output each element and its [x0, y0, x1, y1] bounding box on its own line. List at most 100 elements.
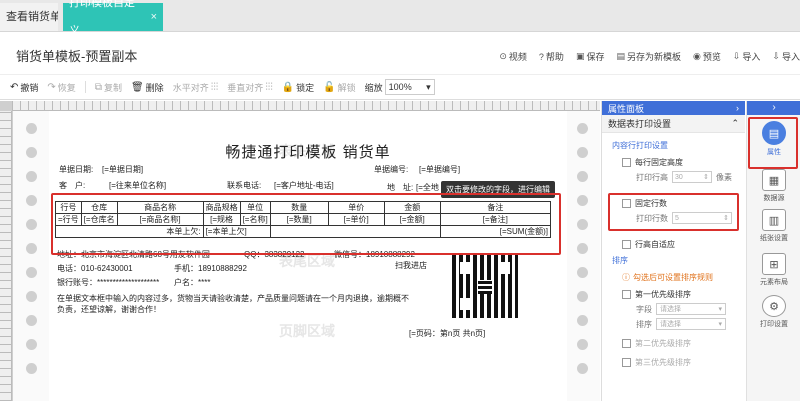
- checkbox-box: [622, 199, 631, 208]
- chevron-up-icon: ⌃: [731, 118, 739, 128]
- third-sort-checkbox[interactable]: 第三优先级排序: [602, 357, 745, 368]
- phone-field[interactable]: [=客户地址-电话]: [274, 180, 334, 191]
- customer-field[interactable]: [=往来单位名称]: [109, 180, 166, 191]
- print-settings-icon: ⚙: [762, 295, 786, 317]
- first-sort-checkbox[interactable]: 第一优先级排序: [602, 289, 745, 300]
- date-field[interactable]: [=单据日期]: [102, 164, 143, 175]
- stepper-icon: ⇕: [703, 174, 709, 181]
- sort-field-setting: 字段 请选择 ▾: [602, 303, 745, 315]
- rail-paper[interactable]: ▥ 纸张设置: [747, 209, 800, 243]
- chevron-right-icon[interactable]: ›: [736, 103, 739, 113]
- stepper-icon: ⇕: [723, 215, 729, 222]
- footer-note-2[interactable]: 负责，还望谅解，谢谢合作！: [57, 304, 161, 315]
- preview-icon: ◉: [693, 51, 701, 61]
- address-field[interactable]: [=全地: [416, 182, 439, 193]
- customer-label[interactable]: 客 户:: [59, 180, 85, 191]
- save-as-button[interactable]: ▤ 另存为新模板: [616, 50, 681, 63]
- lock-button[interactable]: 🔒 锁定: [282, 81, 314, 94]
- section-sort: 排序: [612, 256, 628, 265]
- doc-no-label[interactable]: 单据编号:: [374, 164, 408, 175]
- date-label[interactable]: 单据日期:: [59, 164, 93, 175]
- row-height-stepper[interactable]: 30 ⇕: [672, 171, 712, 183]
- copy-button[interactable]: ⧉ 复制: [95, 81, 122, 94]
- footer-mobile[interactable]: 手机：18910888292: [174, 263, 247, 274]
- qr-code[interactable]: [452, 254, 518, 318]
- rail-print-settings[interactable]: ⚙ 打印设置: [747, 295, 800, 329]
- sort-hint: ⓘ 勾选后可设置排序规则: [622, 273, 713, 282]
- horizontal-ruler: [12, 101, 600, 111]
- tab-label: 查看销货单: [6, 11, 58, 23]
- chevron-down-icon: ▾: [718, 321, 722, 328]
- tab-print-template[interactable]: 打印模板自定义 ×: [63, 0, 163, 37]
- import-button[interactable]: ⇩ 导入: [733, 50, 761, 63]
- row-count-setting: 打印行数 5 ⇕: [610, 212, 737, 224]
- tab-view-sales-order[interactable]: 查看销货单: [0, 3, 58, 31]
- fixed-height-checkbox[interactable]: 每行固定高度: [602, 157, 745, 168]
- footer-account[interactable]: 户名：****: [174, 277, 210, 288]
- datasource-icon: ▦: [762, 169, 786, 191]
- undo-icon: ↶: [10, 81, 19, 93]
- undo-button[interactable]: ↶ 撤销: [10, 81, 38, 94]
- address-label[interactable]: 地 址:: [387, 182, 413, 193]
- vertical-ruler: [0, 111, 12, 401]
- footer-tel[interactable]: 电话：010-62430001: [57, 263, 133, 274]
- redo-icon: ↷: [47, 81, 56, 93]
- video-button[interactable]: ⊙ 视频: [499, 50, 527, 63]
- save-button[interactable]: ▣ 保存: [576, 50, 605, 63]
- tab-label: 打印模板自定义: [69, 0, 135, 37]
- page-number-field[interactable]: [=页码：第n页 共n页]: [409, 328, 485, 339]
- checkbox-box: [622, 240, 631, 249]
- properties-panel: 属性面板 › 数据表打印设置 ⌃ 内容行打印设置 每行固定高度 打印行高 30 ⇕ 像素 …: [601, 101, 745, 401]
- section-content-rows: 内容行打印设置: [612, 141, 668, 150]
- template-paper[interactable]: 表头区域 表尾区域 页脚区域 畅捷通打印模板 销货单 单据日期: [=单据日期]…: [49, 111, 567, 401]
- footer-note[interactable]: 在单据文本框中输入的内容过多，货物当天请验收清楚，产品质量问题请在一个月内退换，…: [57, 293, 409, 304]
- fixed-rows-checkbox[interactable]: 固定行数: [610, 198, 737, 209]
- panel-header: 属性面板 ›: [602, 101, 745, 115]
- help-icon: ?: [538, 51, 544, 62]
- align-icon: ⫶⫶⫶: [210, 81, 219, 93]
- help-button[interactable]: ? 帮助: [539, 50, 564, 63]
- delete-button[interactable]: 🗑 删除: [131, 81, 164, 94]
- layout-icon: ⊞: [762, 253, 786, 275]
- sort-field-select[interactable]: 请选择 ▾: [656, 303, 726, 315]
- paper-icon: ▥: [762, 209, 786, 231]
- align-icon: ⫶⫶⫶: [265, 81, 273, 93]
- v-align-button[interactable]: 垂直对齐 ⫶⫶⫶: [227, 81, 273, 94]
- phone-label[interactable]: 联系电话:: [227, 180, 261, 191]
- sort-order-select[interactable]: 请选择 ▾: [656, 318, 726, 330]
- rail-datasource[interactable]: ▦ 数据源: [747, 169, 800, 203]
- import-icon: ⇩: [732, 51, 741, 61]
- preview-button[interactable]: ◉ 预览: [693, 50, 721, 63]
- doc-no-field[interactable]: [=单据编号]: [419, 164, 460, 175]
- panel-subheader[interactable]: 数据表打印设置 ⌃: [602, 115, 745, 133]
- perforation-strip-right: [564, 111, 600, 401]
- zoom-control: 缩放 100% ▾: [365, 79, 435, 95]
- trash-icon: 🗑: [130, 81, 144, 93]
- toolbar: ↶ 撤销 ↷ 恢复 ⧉ 复制 🗑 删除 水平对齐 ⫶⫶⫶ 垂直对齐 ⫶⫶⫶ 🔒 锁定 🔓 解锁 …: [0, 74, 800, 100]
- row-count-stepper[interactable]: 5 ⇕: [672, 212, 732, 224]
- rail-layout[interactable]: ⊞ 元素布局: [747, 253, 800, 287]
- table-highlight: [51, 193, 561, 255]
- zoom-select[interactable]: 100% ▾: [384, 79, 435, 95]
- document-title[interactable]: 畅捷通打印模板 销货单: [49, 141, 567, 162]
- copy-icon: ⧉: [94, 81, 102, 93]
- page-footer-watermark: 页脚区域: [279, 323, 335, 339]
- chevron-down-icon: ▾: [426, 81, 431, 92]
- row-height-setting: 打印行高 30 ⇕ 像素: [636, 171, 732, 183]
- h-align-button[interactable]: 水平对齐 ⫶⫶⫶: [173, 81, 219, 94]
- auto-height-checkbox[interactable]: 行高自适应: [602, 239, 745, 250]
- video-icon: ⊙: [499, 51, 507, 61]
- header-actions: ⊙ 视频 ? 帮助 ▣ 保存 ▤ 另存为新模板 ◉ 预览 ⇩ 导入 ⇩ 导入: [499, 50, 800, 63]
- checkbox-box: [622, 339, 631, 348]
- import-button-2[interactable]: ⇩ 导入: [772, 50, 800, 63]
- scan-label[interactable]: 扫我进店: [395, 260, 427, 271]
- footer-bank[interactable]: 银行账号：********************: [57, 277, 159, 288]
- unlock-button[interactable]: 🔓 解锁: [323, 81, 355, 94]
- close-icon[interactable]: ×: [151, 3, 157, 31]
- redo-button[interactable]: ↷ 恢复: [47, 81, 75, 94]
- divider: [84, 81, 86, 93]
- page-title: 销货单模板-预置副本: [16, 49, 138, 64]
- second-sort-checkbox[interactable]: 第二优先级排序: [602, 338, 745, 349]
- chevron-right-icon[interactable]: ›: [747, 101, 800, 115]
- perforation-strip-left: [13, 111, 49, 401]
